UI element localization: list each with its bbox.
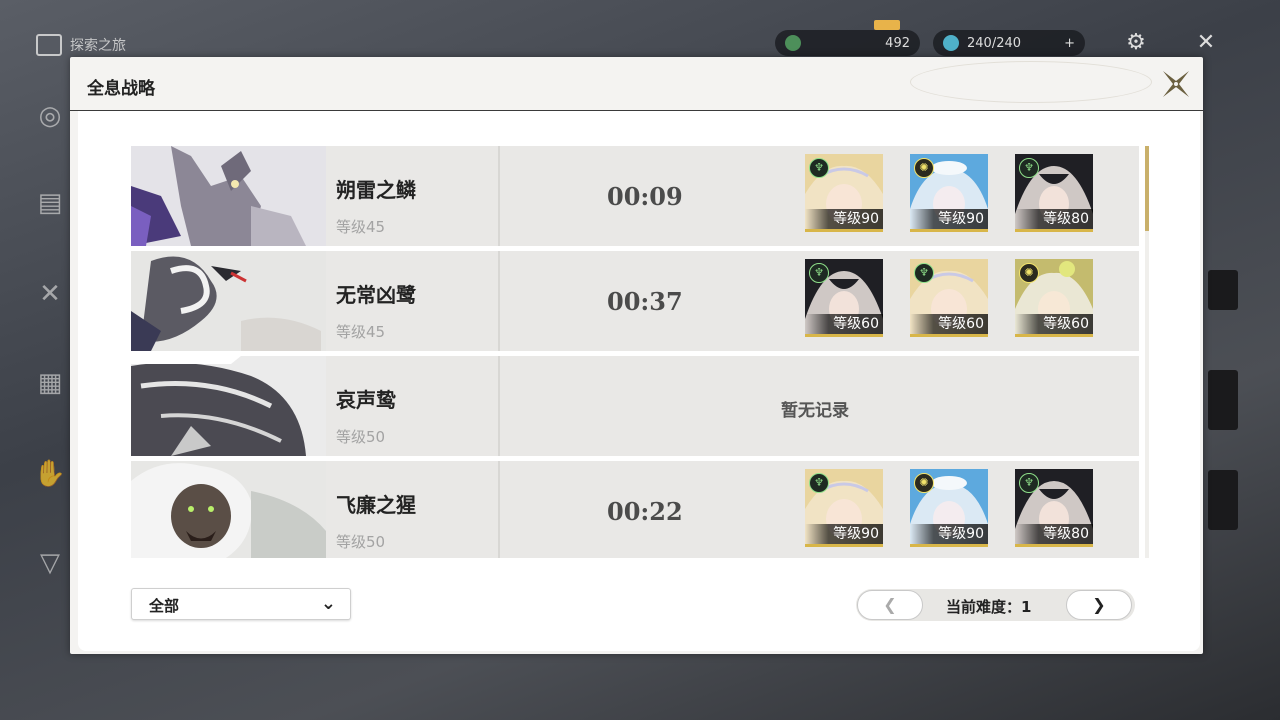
- boss-name: 飞廉之猩: [336, 493, 416, 517]
- resource-pill-currency: 492: [775, 30, 920, 56]
- clear-time: 00:09: [607, 182, 683, 211]
- character-level: 等级90: [910, 524, 988, 544]
- background-panel: [1208, 470, 1238, 530]
- character-card[interactable]: ♆ 等级80: [1015, 154, 1093, 232]
- row-divider: [498, 146, 500, 246]
- aero-element-icon: ♆: [809, 473, 829, 493]
- difficulty-pager: ❮ 当前难度：1 ❯: [856, 589, 1135, 621]
- list-scrollbar[interactable]: [1145, 146, 1149, 558]
- character-level: 等级80: [1015, 209, 1093, 229]
- sidebar-compass-icon: ◎: [38, 101, 62, 131]
- clear-time: 00:22: [607, 497, 683, 526]
- boss-portrait: [131, 356, 326, 456]
- background-panel: [1208, 270, 1238, 310]
- character-level: 等级90: [805, 209, 883, 229]
- boss-name: 朔雷之鳞: [336, 178, 416, 202]
- spectro-element-icon: ✺: [1019, 263, 1039, 283]
- boss-name: 无常凶鹭: [336, 283, 416, 307]
- boss-list: 朔雷之鳞 等级45 00:09 ♆ 等级90 ✺ 等级90 ♆ 等级80 无常凶…: [131, 146, 1141, 558]
- home-icon: [36, 34, 62, 56]
- aero-element-icon: ♆: [809, 158, 829, 178]
- previous-difficulty-button[interactable]: ❮: [857, 590, 923, 620]
- background-top-bar: 探索之旅 492 240/240 + ⚙ ✕: [0, 0, 1280, 60]
- background-close-icon: ✕: [1196, 30, 1216, 55]
- add-icon: +: [1064, 35, 1075, 51]
- boss-level: 等级45: [336, 218, 386, 236]
- resource-badge: [874, 20, 900, 30]
- aero-element-icon: ♆: [914, 263, 934, 283]
- stamina-icon: [943, 35, 959, 51]
- character-card[interactable]: ✺ 等级90: [910, 154, 988, 232]
- boss-row[interactable]: 朔雷之鳞 等级45 00:09 ♆ 等级90 ✺ 等级90 ♆ 等级80: [131, 146, 1139, 246]
- row-divider: [498, 461, 500, 558]
- boss-portrait: [131, 146, 326, 246]
- filter-dropdown[interactable]: 全部 ⌄: [131, 588, 351, 620]
- character-level: 等级80: [1015, 524, 1093, 544]
- team-lineup: ♆ 等级90 ✺ 等级90 ♆ 等级80: [805, 469, 1093, 547]
- boss-level: 等级50: [336, 428, 386, 446]
- currency-amount: 492: [885, 35, 910, 51]
- team-lineup: ♆ 等级60 ♆ 等级60 ✺ 等级60: [805, 259, 1093, 337]
- modal-title: 全息战略: [87, 79, 155, 99]
- boss-level: 等级45: [336, 323, 386, 341]
- breadcrumb-label: 探索之旅: [70, 38, 126, 54]
- character-card[interactable]: ✺ 等级90: [910, 469, 988, 547]
- scrollbar-thumb[interactable]: [1145, 146, 1149, 231]
- team-lineup: ♆ 等级90 ✺ 等级90 ♆ 等级80: [805, 154, 1093, 232]
- filter-selected-value: 全部: [149, 597, 180, 615]
- character-card[interactable]: ♆ 等级60: [910, 259, 988, 337]
- spectro-element-icon: ✺: [914, 158, 934, 178]
- modal-header: 全息战略: [70, 57, 1203, 111]
- character-card[interactable]: ♆ 等级90: [805, 154, 883, 232]
- boss-row[interactable]: 飞廉之猩 等级50 00:22 ♆ 等级90 ✺ 等级90 ♆ 等级80: [131, 461, 1139, 558]
- boss-level: 等级50: [336, 533, 386, 551]
- character-level: 等级90: [805, 524, 883, 544]
- character-level: 等级60: [910, 314, 988, 334]
- close-icon: [1163, 71, 1189, 97]
- chevron-down-icon: ⌄: [320, 593, 336, 614]
- boss-name: 哀声鸷: [336, 388, 396, 412]
- aero-element-icon: ♆: [809, 263, 829, 283]
- boss-row[interactable]: 哀声鸷 等级50 暂无记录: [131, 356, 1139, 456]
- header-decoration: [910, 61, 1152, 103]
- character-card[interactable]: ♆ 等级80: [1015, 469, 1093, 547]
- next-difficulty-button[interactable]: ❯: [1066, 590, 1132, 620]
- background-breadcrumb: 探索之旅: [36, 34, 126, 56]
- aero-element-icon: ♆: [1019, 473, 1039, 493]
- settings-icon: ⚙: [1126, 30, 1146, 55]
- resource-pill-stamina: 240/240 +: [933, 30, 1085, 56]
- row-divider: [498, 251, 500, 351]
- row-divider: [498, 356, 500, 456]
- sidebar-swords-icon: ✕: [39, 279, 61, 309]
- sidebar-book-icon: ▤: [37, 188, 63, 218]
- character-level: 等级60: [805, 314, 883, 334]
- currency-icon: [785, 35, 801, 51]
- character-level: 等级60: [1015, 314, 1093, 334]
- sidebar-hand-icon: ✋: [33, 459, 67, 489]
- spectro-element-icon: ✺: [914, 473, 934, 493]
- boss-portrait: [131, 461, 326, 558]
- holographic-strategy-modal: 全息战略 朔雷之鳞 等级45 00:09 ♆ 等级90 ✺ 等级90 ♆ 等级8…: [70, 57, 1203, 654]
- boss-portrait: [131, 251, 326, 351]
- aero-element-icon: ♆: [1019, 158, 1039, 178]
- character-card[interactable]: ♆ 等级60: [805, 259, 883, 337]
- current-difficulty-label: 当前难度：1: [946, 598, 1032, 616]
- character-card[interactable]: ✺ 等级60: [1015, 259, 1093, 337]
- stamina-amount: 240/240: [967, 35, 1022, 51]
- character-level: 等级90: [910, 209, 988, 229]
- character-card[interactable]: ♆ 等级90: [805, 469, 883, 547]
- no-record-text: 暂无记录: [781, 401, 849, 421]
- sidebar-calendar-icon: ▦: [37, 368, 63, 398]
- boss-row[interactable]: 无常凶鹭 等级45 00:37 ♆ 等级60 ♆ 等级60 ✺ 等级60: [131, 251, 1139, 351]
- clear-time: 00:37: [607, 287, 683, 316]
- modal-body: 朔雷之鳞 等级45 00:09 ♆ 等级90 ✺ 等级90 ♆ 等级80 无常凶…: [78, 111, 1200, 651]
- close-button[interactable]: [1159, 67, 1193, 101]
- sidebar-cup-icon: ▽: [40, 548, 60, 578]
- background-panel: [1208, 370, 1238, 430]
